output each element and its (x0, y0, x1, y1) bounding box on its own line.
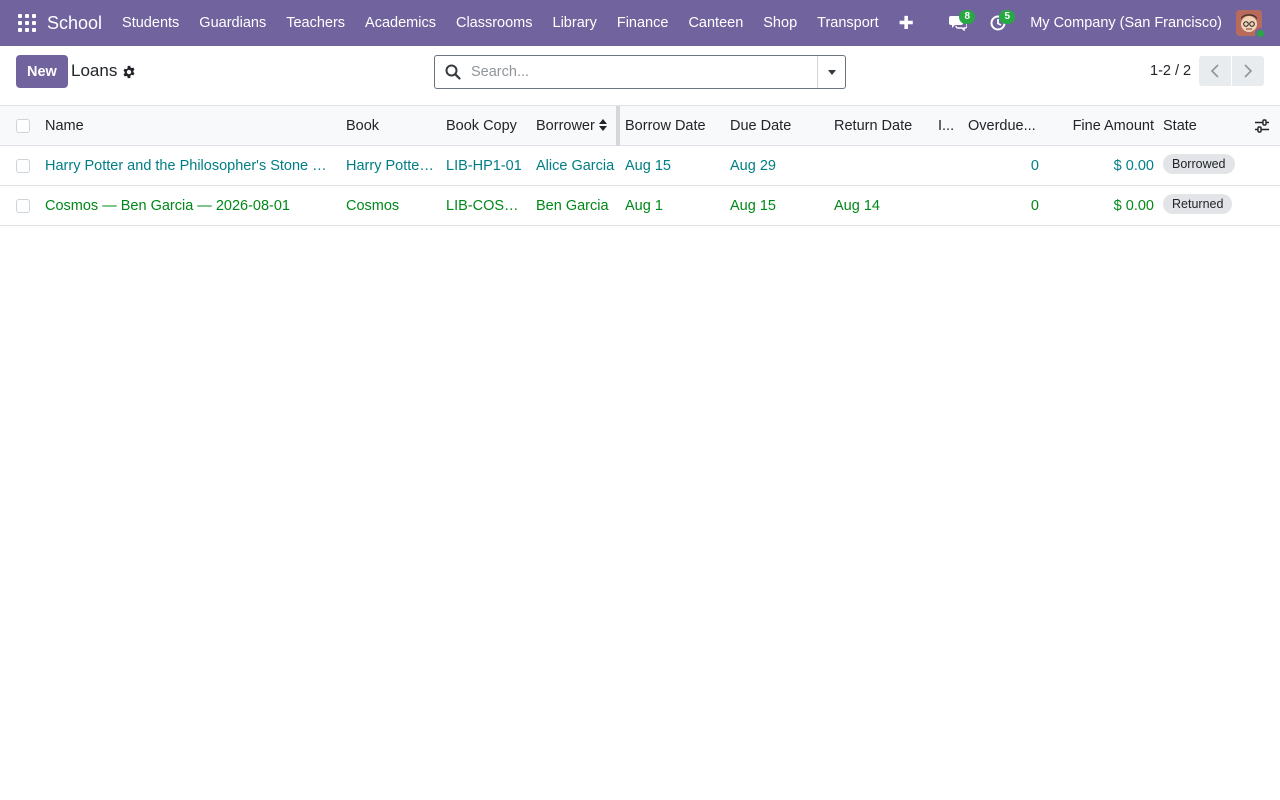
column-header-i[interactable]: I... (938, 106, 962, 146)
user-avatar[interactable] (1236, 10, 1266, 39)
column-header-book-copy[interactable]: Book Copy (446, 106, 526, 146)
row-checkbox[interactable] (16, 199, 30, 213)
menu-item-academics[interactable]: Academics (355, 0, 446, 46)
activities-button[interactable]: 5 (978, 0, 1018, 46)
column-header-borrower-label: Borrower (536, 118, 595, 134)
column-header-return-date[interactable]: Return Date (834, 106, 932, 146)
online-status-indicator (1255, 28, 1266, 39)
status-badge: Borrowed (1163, 154, 1235, 175)
search-input[interactable] (471, 57, 817, 87)
activities-count-badge: 5 (999, 10, 1016, 24)
pager-value[interactable]: 1-2 / 2 (1150, 63, 1191, 79)
table-row[interactable]: Cosmos — Ben Garcia — 2026-08-01 Cosmos … (0, 186, 1280, 226)
systray: 8 5 My Company (San Francisco) (938, 0, 1280, 46)
select-all-checkbox[interactable] (16, 119, 30, 133)
company-switcher[interactable]: My Company (San Francisco) (1030, 15, 1222, 31)
search-options-toggle[interactable] (817, 56, 845, 88)
menu-item-classrooms[interactable]: Classrooms (446, 0, 543, 46)
top-navbar: School Students Guardians Teachers Acade… (0, 0, 1280, 46)
pager-previous-button[interactable] (1199, 56, 1231, 86)
caret-down-icon (827, 69, 836, 75)
sort-icon (598, 119, 607, 132)
cell-borrower[interactable]: Ben Garcia (536, 186, 616, 226)
menu-item-finance[interactable]: Finance (607, 0, 679, 46)
chevron-right-icon (1244, 64, 1253, 78)
main-menu: Students Guardians Teachers Academics Cl… (112, 0, 924, 46)
column-resize-handle[interactable] (616, 106, 620, 146)
menu-item-canteen[interactable]: Canteen (678, 0, 753, 46)
cell-overdue[interactable]: 0 (968, 186, 1039, 226)
menu-item-library[interactable]: Library (543, 0, 607, 46)
menu-item-guardians[interactable]: Guardians (189, 0, 276, 46)
cell-state[interactable]: Returned (1163, 186, 1253, 226)
cell-return-date[interactable] (834, 146, 932, 186)
column-settings-icon[interactable] (1254, 119, 1270, 133)
search-icon (445, 64, 461, 80)
cell-due-date[interactable]: Aug 15 (730, 186, 828, 226)
cell-return-date[interactable]: Aug 14 (834, 186, 932, 226)
cell-borrow-date[interactable]: Aug 15 (625, 146, 723, 186)
menu-item-shop[interactable]: Shop (753, 0, 807, 46)
apps-grid-icon[interactable] (18, 14, 36, 32)
cell-state[interactable]: Borrowed (1163, 146, 1253, 186)
chevron-left-icon (1210, 64, 1219, 78)
menu-item-teachers[interactable]: Teachers (276, 0, 355, 46)
control-panel: New Loans 1-2 / 2 (0, 46, 1280, 106)
cell-borrower[interactable]: Alice Garcia (536, 146, 616, 186)
cell-overdue[interactable]: 0 (968, 146, 1039, 186)
cell-fine-amount[interactable]: $ 0.00 (1050, 146, 1154, 186)
column-header-borrow-date[interactable]: Borrow Date (625, 106, 723, 146)
loans-list-table: Name Book Book Copy Borrower Borrow Date… (0, 106, 1280, 226)
cell-book-copy[interactable]: LIB-HP1-01 (446, 146, 526, 186)
column-header-fine-amount[interactable]: Fine Amount (1050, 106, 1154, 146)
cell-book-copy[interactable]: LIB-COS-01 (446, 186, 522, 226)
app-brand[interactable]: School (47, 13, 102, 34)
pager-next-button[interactable] (1232, 56, 1264, 86)
cell-name[interactable]: Cosmos — Ben Garcia — 2026-08-01 (45, 186, 327, 226)
column-header-due-date[interactable]: Due Date (730, 106, 828, 146)
page-title: Loans (71, 61, 118, 80)
gear-icon[interactable] (122, 65, 136, 79)
column-header-overdue[interactable]: Overdue... (968, 106, 1040, 146)
column-header-book[interactable]: Book (346, 106, 436, 146)
column-header-state[interactable]: State (1163, 106, 1233, 146)
column-header-name[interactable]: Name (45, 106, 335, 146)
column-header-borrower[interactable]: Borrower (536, 106, 616, 146)
menu-item-students[interactable]: Students (112, 0, 189, 46)
cell-borrow-date[interactable]: Aug 1 (625, 186, 723, 226)
cell-book[interactable]: Cosmos (346, 186, 436, 226)
messages-count-badge: 8 (959, 10, 976, 24)
cell-book[interactable]: Harry Potter and the Philosopher's Stone (346, 146, 436, 186)
table-header-row: Name Book Book Copy Borrower Borrow Date… (0, 106, 1280, 146)
messages-button[interactable]: 8 (938, 0, 978, 46)
search-bar (434, 55, 846, 89)
status-badge: Returned (1163, 194, 1233, 215)
table-row[interactable]: Harry Potter and the Philosopher's Stone… (0, 146, 1280, 186)
plus-icon[interactable]: ✚ (889, 0, 924, 46)
cell-fine-amount[interactable]: $ 0.00 (1050, 186, 1154, 226)
new-button[interactable]: New (16, 55, 68, 88)
menu-item-transport[interactable]: Transport (807, 0, 889, 46)
cell-due-date[interactable]: Aug 29 (730, 146, 828, 186)
row-checkbox[interactable] (16, 159, 30, 173)
cell-name[interactable]: Harry Potter and the Philosopher's Stone… (45, 146, 327, 186)
